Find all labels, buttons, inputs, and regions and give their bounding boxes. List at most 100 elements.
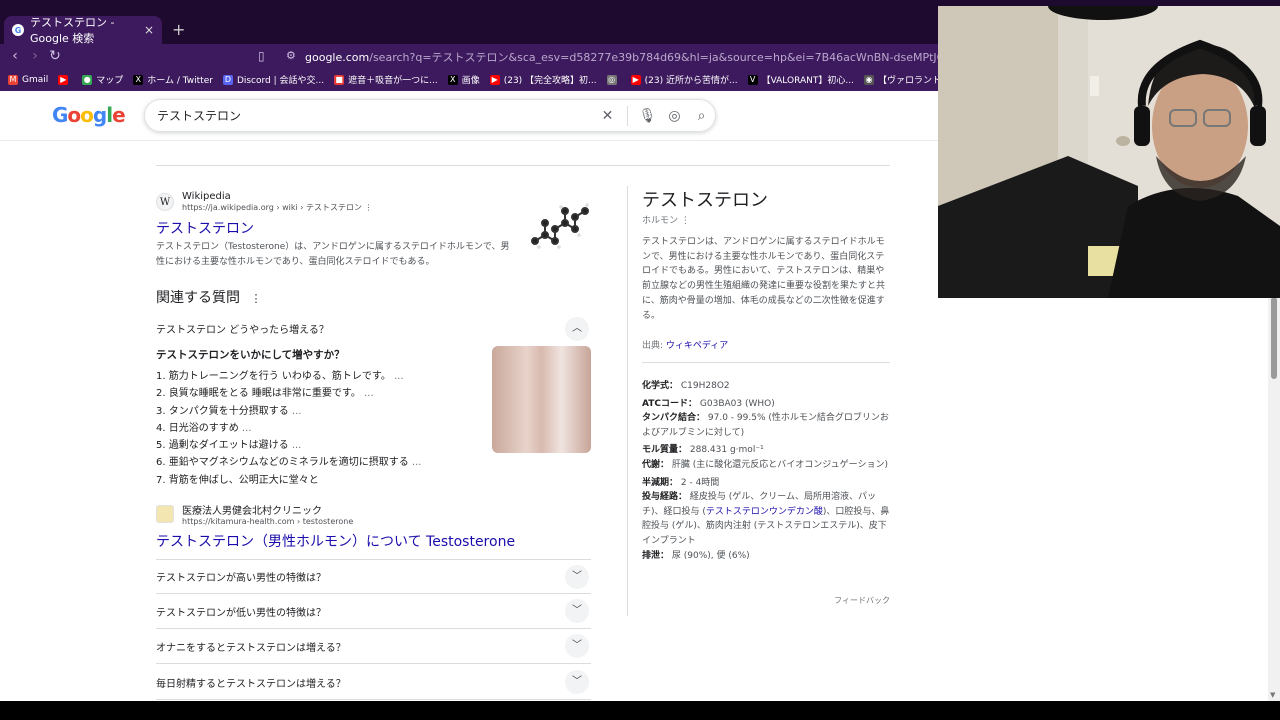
bottom-bar — [0, 701, 1280, 720]
bookmark-label: Discord | 会話や交... — [236, 76, 325, 86]
answer-list: 1. 筋力トレーニングを行う いわゆる、筋トレです。 ... 2. 良質な睡眠をと… — [156, 368, 421, 489]
new-tab-button[interactable]: + — [172, 20, 185, 39]
chevron-down-icon[interactable]: ﹀ — [565, 634, 589, 658]
site-info-icon[interactable]: ⚙ — [286, 49, 296, 62]
more-options-icon[interactable]: ⋮ — [250, 292, 261, 305]
tab-title: テストステロン - Google 検索 — [30, 16, 115, 45]
search-input[interactable]: テストステロン — [157, 107, 594, 124]
paa-question[interactable]: 毎日射精するとテストステロンは増える？ ﹀ — [156, 665, 591, 700]
bookmark-favicon-icon: ● — [82, 74, 93, 85]
bookmark-favicon-icon: ▶ — [58, 74, 69, 85]
result-url: https://ja.wikipedia.org › wiki › テストステロ… — [182, 203, 373, 212]
chevron-down-icon[interactable]: ﹀ — [565, 599, 589, 623]
bookmark-item[interactable]: V 【VALORANT】初心... — [747, 73, 854, 86]
feedback-link[interactable]: フィードバック — [834, 595, 890, 606]
search-result-wikipedia: W Wikipedia https://ja.wikipedia.org › w… — [156, 191, 591, 270]
result-snippet: テストステロン（Testosterone）は、アンドロゲンに属するステロイドホル… — [156, 242, 510, 267]
bookmark-item[interactable]: ● マップ — [82, 73, 123, 86]
divider — [642, 362, 890, 363]
back-icon[interactable]: ‹ — [5, 48, 25, 64]
google-logo[interactable]: Google — [52, 103, 126, 127]
clinic-favicon-icon — [156, 505, 174, 523]
kp-description: テストステロンは、アンドロゲンに属するステロイドホルモンで、男性における主要な性… — [642, 237, 886, 321]
answer-step: 5. 過剰なダイエットは避ける ... — [156, 440, 302, 452]
paa-question[interactable]: オナニをするとテストステロンは増える？ ﹀ — [156, 629, 591, 664]
fact-formula: 化学式： C19H28O2 — [642, 381, 730, 391]
tab-google-search[interactable]: G テストステロン - Google 検索 × — [4, 16, 162, 45]
scroll-down-icon[interactable]: ▼ — [1270, 691, 1275, 699]
chevron-up-icon[interactable]: ︿ — [565, 316, 589, 341]
answer-step: 7. 背筋を伸ばし、公明正大に堂々と — [156, 474, 319, 486]
result-site-name: Wikipedia — [182, 191, 231, 202]
bookmark-item[interactable]: X ホーム / Twitter — [133, 73, 213, 86]
knowledge-panel: テストステロン ホルモン ⋮ テストステロンは、アンドロゲンに属するステロイドホ… — [627, 186, 890, 616]
bookmark-favicon-icon: ■ — [334, 74, 345, 85]
search-box[interactable]: テストステロン ✕ 🎙 ◎ ⌕ — [144, 99, 716, 132]
bookmark-favicon-icon: ▶ — [489, 74, 500, 85]
bookmark-favicon-icon: X — [447, 74, 458, 85]
bookmark-label: (23) 近所から苦情が... — [644, 76, 738, 86]
bookmark-favicon-icon: V — [747, 74, 758, 85]
bookmark-favicon-icon: D — [222, 74, 233, 85]
wikipedia-icon: W — [156, 193, 174, 211]
bookmark-favicon-icon: M — [8, 74, 18, 85]
microphone-icon[interactable]: 🎙 — [634, 108, 661, 124]
bookmark-item[interactable]: ▶ — [58, 74, 72, 85]
bookmark-item[interactable]: X 画像 — [447, 73, 480, 86]
webcam-overlay — [938, 6, 1280, 298]
bookmark-favicon-icon: ▶ — [630, 74, 641, 85]
more-options-icon[interactable]: ⋮ — [365, 203, 373, 212]
fact-excretion: 排泄： 尿 (90%), 便 (6%) — [642, 550, 750, 561]
bookmark-item[interactable]: D Discord | 会話や交... — [222, 73, 325, 86]
fact-protein: タンパク結合： 97.0 - 99.5% (性ホルモン結合グロブリンおよびアルブ… — [642, 413, 889, 438]
molecule-image[interactable] — [529, 195, 591, 257]
divider — [156, 165, 890, 166]
kp-source-link[interactable]: ウィキペディア — [666, 341, 728, 351]
source-title[interactable]: テストステロン（男性ホルモン）について Testosterone — [156, 531, 591, 551]
paa-question-expanded[interactable]: テストステロン どうやったら増える？ ︿ — [156, 311, 591, 346]
browser-window: G テストステロン - Google 検索 × + ‹ › ↻ ▯ ⚙ goog… — [0, 0, 1280, 720]
bookmark-item[interactable]: ▶ (23) 近所から苦情が... — [630, 73, 738, 86]
bookmark-item[interactable]: M Gmail — [8, 74, 49, 85]
tab-close-icon[interactable]: × — [144, 23, 154, 37]
bookmark-label: (23) 【完全攻略】初... — [503, 76, 597, 86]
divider — [627, 105, 628, 126]
route-link[interactable]: テストステロンウンデカン酸 — [706, 507, 823, 517]
search-header: Google テストステロン ✕ 🎙 ◎ ⌕ — [0, 91, 938, 141]
search-icon[interactable]: ⌕ — [688, 108, 715, 124]
paa-question[interactable]: テストステロンが低い男性の特徴は？ ﹀ — [156, 594, 591, 629]
bookmark-label: ホーム / Twitter — [147, 76, 213, 86]
bookmark-label: 【VALORANT】初心... — [761, 76, 854, 86]
clear-icon[interactable]: ✕ — [594, 108, 621, 124]
more-options-icon[interactable]: ⋮ — [681, 216, 690, 226]
bookmark-item[interactable]: ■ 遮音＋吸音が一つに... — [334, 73, 438, 86]
scrollbar-thumb[interactable] — [1271, 297, 1277, 379]
source-name: 医療法人男健会北村クリニック — [182, 506, 322, 517]
paa-heading: 関連する質問 ⋮ — [156, 290, 262, 306]
bookmark-favicon-icon: ◎ — [606, 74, 617, 85]
source-url: https://kitamura-health.com › testostero… — [182, 517, 354, 526]
chevron-down-icon[interactable]: ﹀ — [565, 564, 589, 589]
google-favicon-icon: G — [12, 24, 24, 36]
google-results-page: Google テストステロン ✕ 🎙 ◎ ⌕ W Wikipedia https… — [0, 91, 938, 701]
forward-icon[interactable]: › — [25, 48, 45, 64]
answer-step: 3. タンパク質を十分摂取する ... — [156, 405, 302, 417]
address-bar[interactable]: google.com/search?q=テストステロン&sca_esv=d582… — [305, 49, 940, 65]
fact-halflife: 半減期： 2 - 4時間 — [642, 477, 720, 488]
bookmark-label: 画像 — [461, 76, 480, 86]
bookmark-icon[interactable]: ▯ — [258, 49, 265, 63]
kp-subtitle: ホルモン ⋮ — [642, 216, 690, 226]
bookmark-label: Gmail — [22, 74, 49, 85]
bookmark-item[interactable]: ▶ (23) 【完全攻略】初... — [489, 73, 597, 86]
bookmark-label: マップ — [96, 76, 124, 86]
page-margin — [938, 298, 1268, 701]
hands-image[interactable] — [492, 346, 591, 453]
paa-question[interactable]: テストステロンが高い男性の特徴は？ ﹀ — [156, 559, 591, 594]
bookmark-item[interactable]: ◎ — [606, 74, 621, 85]
fact-mass: モル質量： 288.431 g·mol⁻¹ — [642, 445, 764, 456]
reload-icon[interactable]: ↻ — [45, 48, 65, 64]
result-title[interactable]: テストステロン — [156, 218, 591, 238]
bookmark-label: 遮音＋吸音が一つに... — [348, 76, 438, 86]
chevron-down-icon[interactable]: ﹀ — [565, 670, 589, 694]
camera-lens-icon[interactable]: ◎ — [661, 108, 688, 124]
